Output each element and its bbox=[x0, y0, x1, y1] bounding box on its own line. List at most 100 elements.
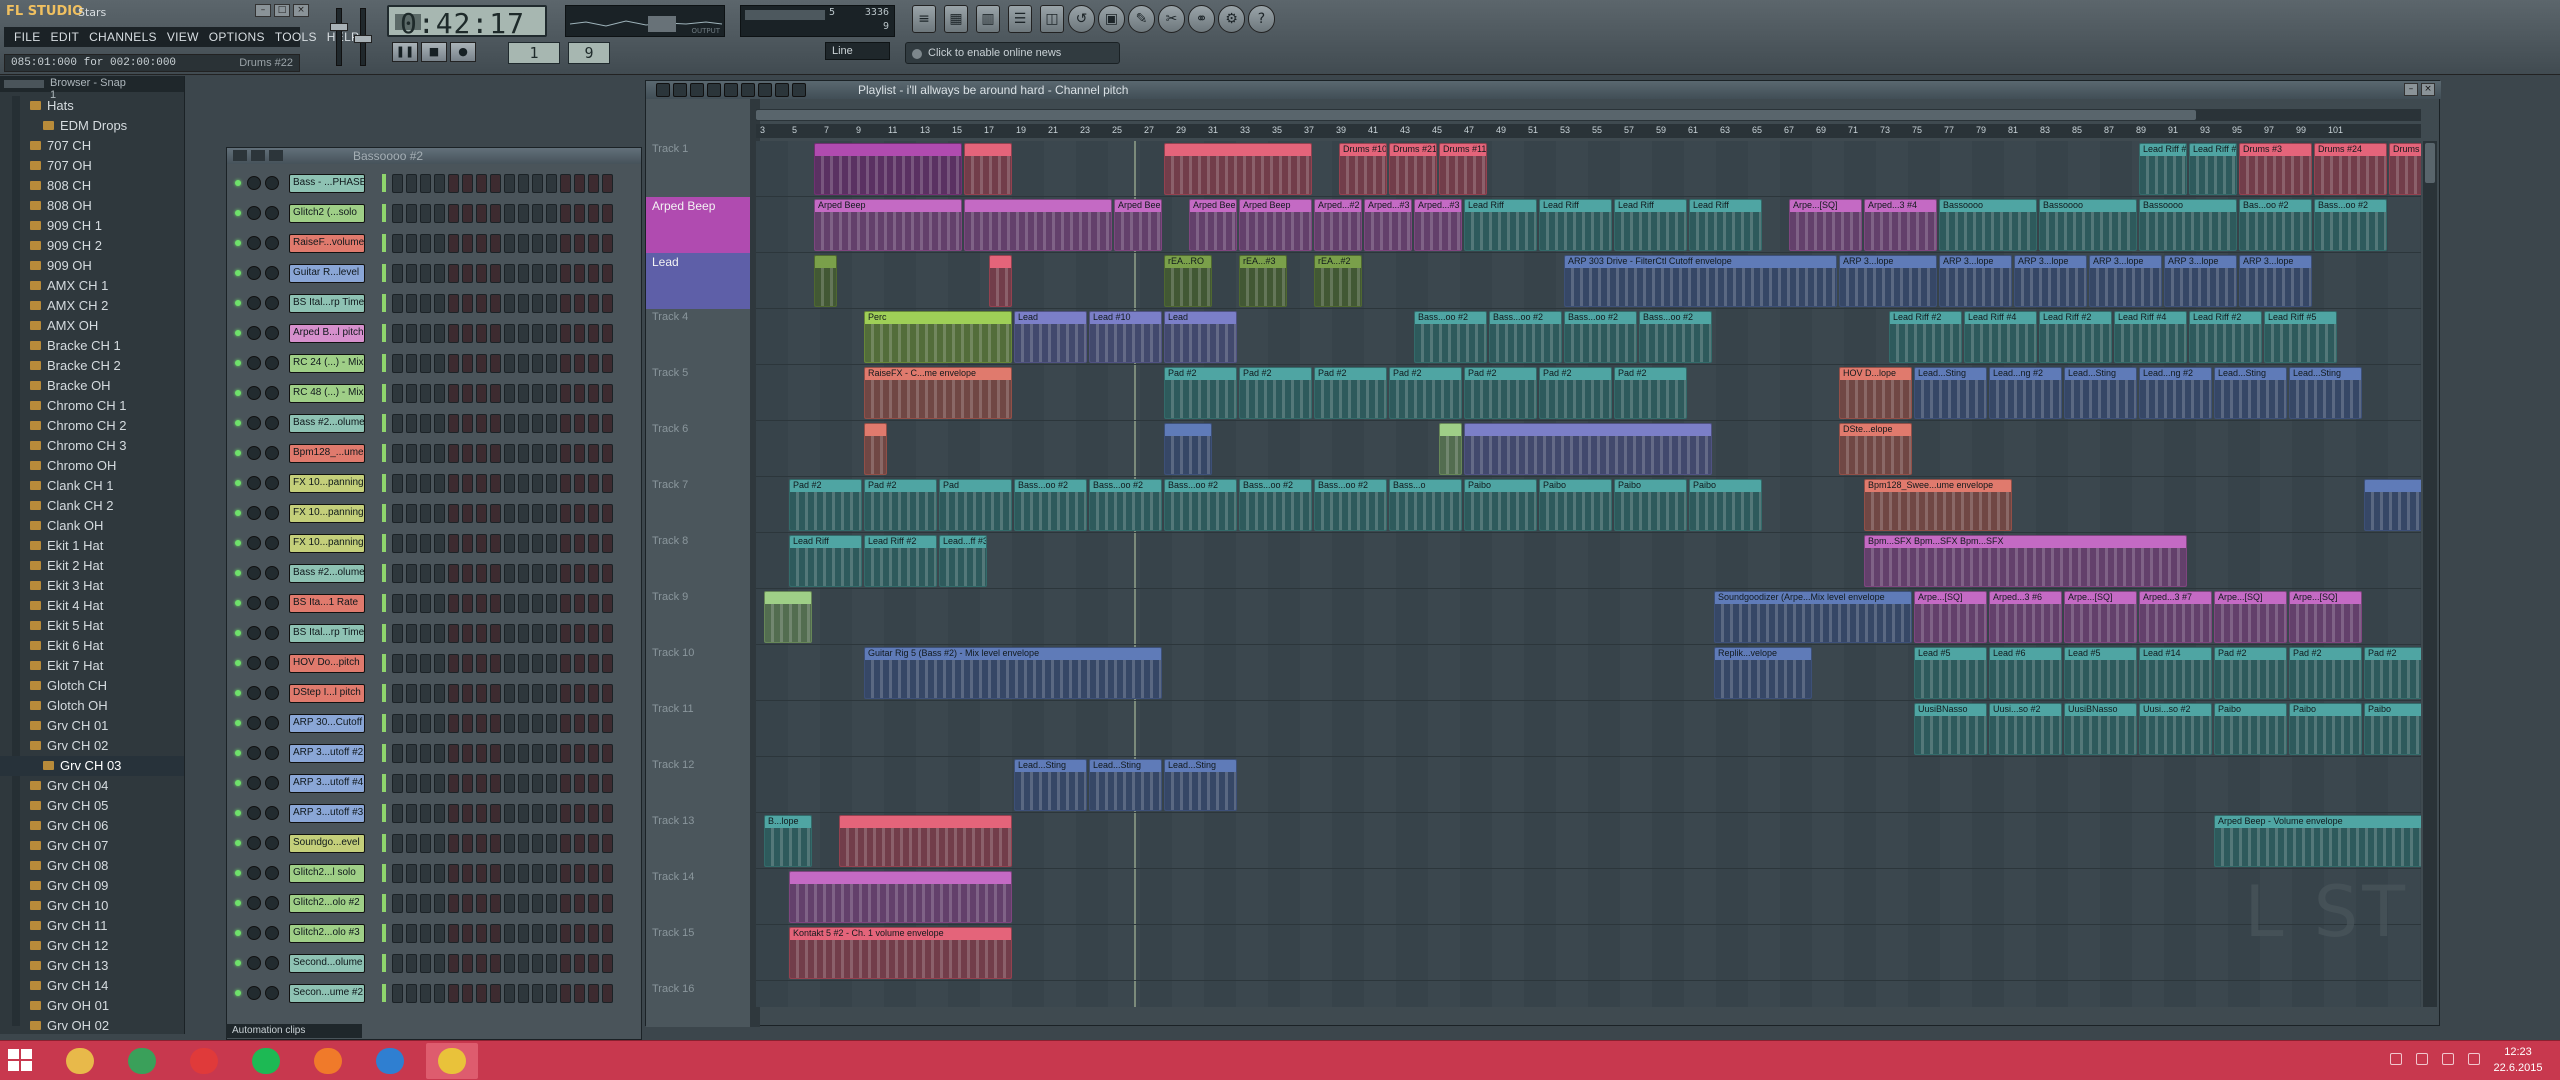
step-button[interactable] bbox=[462, 204, 473, 223]
step-button[interactable] bbox=[490, 474, 501, 493]
step-button[interactable] bbox=[462, 234, 473, 253]
step-button[interactable] bbox=[532, 564, 543, 583]
taskbar-app-spotify[interactable] bbox=[240, 1043, 292, 1079]
step-button[interactable] bbox=[532, 834, 543, 853]
step-button[interactable] bbox=[392, 924, 403, 943]
step-button[interactable] bbox=[448, 324, 459, 343]
menu-view[interactable]: VIEW bbox=[163, 30, 203, 44]
step-button[interactable] bbox=[560, 954, 571, 973]
step-button[interactable] bbox=[588, 864, 599, 883]
playlist-clip[interactable]: Pad bbox=[939, 479, 1012, 531]
channel-mute-led[interactable] bbox=[235, 840, 241, 846]
step-button[interactable] bbox=[406, 384, 417, 403]
step-button[interactable] bbox=[476, 804, 487, 823]
channel-rack-window-button[interactable]: ▥ bbox=[976, 5, 1000, 33]
browser-nav-icon[interactable] bbox=[4, 80, 44, 88]
playlist-horizontal-scrollbar[interactable] bbox=[756, 109, 2421, 121]
browser-item[interactable]: 909 OH bbox=[0, 256, 184, 276]
channel-select-indicator[interactable] bbox=[382, 414, 386, 432]
slip-tool-icon[interactable] bbox=[724, 83, 738, 97]
step-button[interactable] bbox=[574, 894, 585, 913]
playlist-clip[interactable]: Drums #10 bbox=[1339, 143, 1387, 195]
taskbar-app-chrome[interactable] bbox=[116, 1043, 168, 1079]
step-button[interactable] bbox=[448, 684, 459, 703]
step-button[interactable] bbox=[434, 354, 445, 373]
playlist-clip[interactable]: Drums #21 bbox=[1389, 143, 1437, 195]
playlist-clip[interactable]: Replik...velope bbox=[1714, 647, 1812, 699]
step-button[interactable] bbox=[518, 264, 529, 283]
step-button[interactable] bbox=[546, 924, 557, 943]
step-button[interactable] bbox=[560, 204, 571, 223]
step-button[interactable] bbox=[518, 414, 529, 433]
step-button[interactable] bbox=[602, 744, 613, 763]
playlist-clip[interactable]: Paibo bbox=[1539, 479, 1612, 531]
playlist-clip[interactable]: Arped Beep bbox=[1239, 199, 1312, 251]
step-button[interactable] bbox=[518, 954, 529, 973]
playlist-clip[interactable]: Lead #5 bbox=[2064, 647, 2137, 699]
channel-pan-knob[interactable] bbox=[247, 356, 261, 370]
step-button[interactable] bbox=[574, 534, 585, 553]
step-button[interactable] bbox=[434, 324, 445, 343]
step-button[interactable] bbox=[448, 594, 459, 613]
step-button[interactable] bbox=[588, 474, 599, 493]
step-button[interactable] bbox=[406, 894, 417, 913]
step-button[interactable] bbox=[420, 834, 431, 853]
browser-item[interactable]: Ekit 1 Hat bbox=[0, 536, 184, 556]
tray-network-icon[interactable] bbox=[2416, 1053, 2428, 1065]
channel-select-indicator[interactable] bbox=[382, 474, 386, 492]
channel-volume-knob[interactable] bbox=[265, 386, 279, 400]
step-button[interactable] bbox=[574, 564, 585, 583]
playlist-clip[interactable]: Bassoooo bbox=[2039, 199, 2137, 251]
step-button[interactable] bbox=[406, 504, 417, 523]
playlist-clip[interactable]: B...lope bbox=[764, 815, 812, 867]
step-button[interactable] bbox=[462, 774, 473, 793]
step-button[interactable] bbox=[602, 474, 613, 493]
step-button[interactable] bbox=[448, 654, 459, 673]
playlist-clip[interactable]: Lead Riff bbox=[1539, 199, 1612, 251]
channel-volume-knob[interactable] bbox=[265, 956, 279, 970]
channel-mute-led[interactable] bbox=[235, 420, 241, 426]
track-label[interactable]: Track 4 bbox=[652, 311, 748, 323]
step-button[interactable] bbox=[546, 774, 557, 793]
step-button[interactable] bbox=[546, 264, 557, 283]
channel-volume-knob[interactable] bbox=[265, 446, 279, 460]
channel-pan-knob[interactable] bbox=[247, 596, 261, 610]
step-button[interactable] bbox=[476, 474, 487, 493]
step-button[interactable] bbox=[490, 384, 501, 403]
step-button[interactable] bbox=[434, 924, 445, 943]
step-button[interactable] bbox=[546, 684, 557, 703]
channel-select-indicator[interactable] bbox=[382, 564, 386, 582]
playlist-clip[interactable]: Lead...ng #2 bbox=[2139, 367, 2212, 419]
channel-mute-led[interactable] bbox=[235, 180, 241, 186]
step-button[interactable] bbox=[392, 384, 403, 403]
slice-tool-icon[interactable] bbox=[741, 83, 755, 97]
step-button[interactable] bbox=[420, 744, 431, 763]
step-button[interactable] bbox=[518, 294, 529, 313]
step-button[interactable] bbox=[476, 204, 487, 223]
step-button[interactable] bbox=[504, 564, 515, 583]
playlist-clip[interactable]: Lead Riff bbox=[1689, 199, 1762, 251]
playlist-clip[interactable]: Pad #2 bbox=[864, 479, 937, 531]
track-label[interactable]: Track 10 bbox=[652, 647, 748, 659]
step-button[interactable] bbox=[602, 414, 613, 433]
step-button[interactable] bbox=[448, 414, 459, 433]
paint-tool-icon[interactable] bbox=[673, 83, 687, 97]
channel-select-indicator[interactable] bbox=[382, 324, 386, 342]
step-button[interactable] bbox=[518, 624, 529, 643]
track-label[interactable]: Track 1 bbox=[652, 143, 748, 155]
link-icon[interactable]: ⚭ bbox=[1188, 5, 1215, 33]
step-button[interactable] bbox=[490, 564, 501, 583]
step-button[interactable] bbox=[574, 294, 585, 313]
step-button[interactable] bbox=[504, 864, 515, 883]
step-button[interactable] bbox=[490, 684, 501, 703]
playlist-clip[interactable]: Pad #2 bbox=[1614, 367, 1687, 419]
channel-volume-knob[interactable] bbox=[265, 416, 279, 430]
browser-item[interactable]: Grv CH 08 bbox=[0, 856, 184, 876]
browser-item[interactable]: Grv CH 06 bbox=[0, 816, 184, 836]
browser-item[interactable]: Chromo CH 2 bbox=[0, 416, 184, 436]
browser-item[interactable]: Glotch CH bbox=[0, 676, 184, 696]
step-button[interactable] bbox=[518, 534, 529, 553]
track-label[interactable]: Track 12 bbox=[652, 759, 748, 771]
menu-file[interactable]: FILE bbox=[10, 30, 45, 44]
browser-item[interactable]: Ekit 4 Hat bbox=[0, 596, 184, 616]
